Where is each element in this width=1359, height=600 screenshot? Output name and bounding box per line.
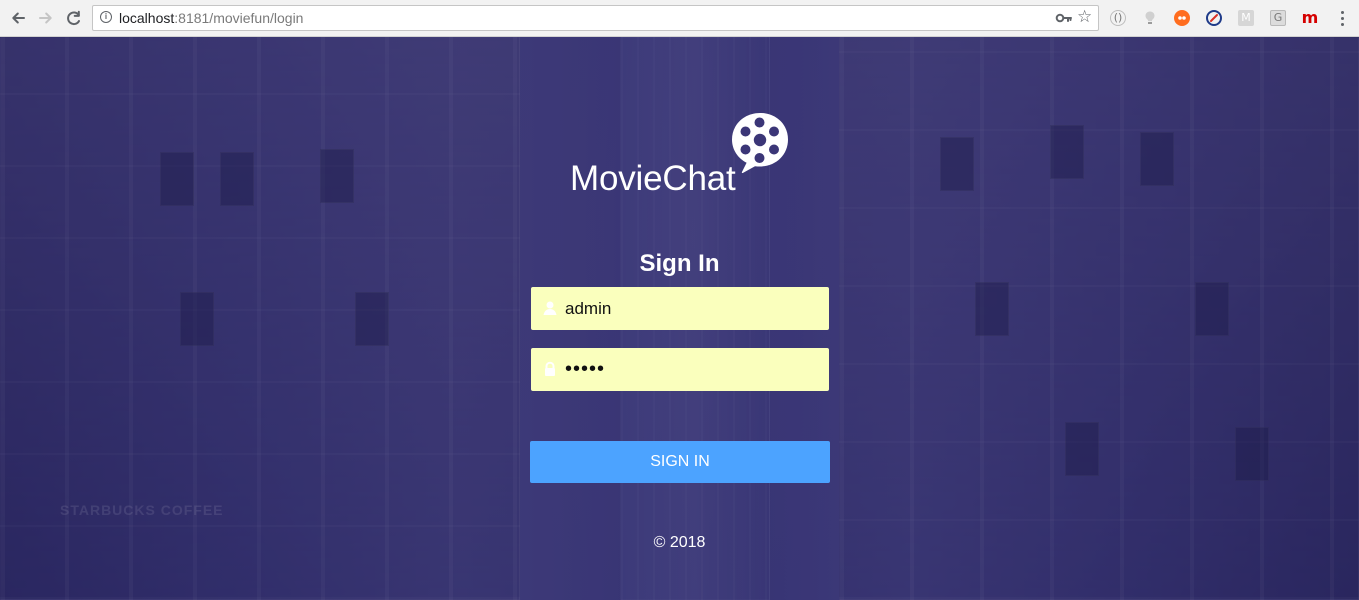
browser-toolbar: i localhost:8181/moviefun/login ☆ () M G… (0, 0, 1359, 37)
g-extension-icon[interactable]: G (1270, 10, 1286, 26)
brand-name: MovieChat (570, 159, 736, 198)
back-icon[interactable] (8, 8, 28, 28)
menu-dot (1340, 10, 1344, 14)
login-page: STARBUCKS COFFEE MovieChat Sign In admin… (0, 37, 1359, 600)
menu-dot (1340, 22, 1344, 26)
info-icon[interactable]: i (100, 11, 112, 23)
password-field[interactable] (531, 348, 829, 391)
copyright-text: © 2018 (653, 534, 706, 551)
username-input[interactable] (565, 287, 820, 330)
monkey-icon (1178, 16, 1186, 20)
tampermonkey-extension-icon[interactable] (1174, 10, 1190, 26)
arrow-right-icon (39, 12, 52, 24)
password-input[interactable] (565, 348, 820, 391)
moviechat-logo: MovieChat (570, 109, 795, 199)
address-bar[interactable]: i localhost:8181/moviefun/login ☆ (92, 5, 1099, 31)
username-field[interactable] (531, 287, 829, 330)
m-extension-icon[interactable]: M (1238, 10, 1254, 26)
menu-dot (1340, 16, 1344, 20)
arrow-left-icon (12, 12, 25, 24)
bulb-icon (1145, 11, 1155, 24)
star-icon[interactable]: ☆ (1077, 8, 1092, 26)
bulb-extension-icon[interactable] (1142, 10, 1158, 26)
forward-icon[interactable] (36, 8, 56, 28)
sign-in-title: Sign In (639, 250, 720, 278)
user-icon (543, 301, 557, 315)
sign-in-button[interactable]: SIGN IN (530, 441, 830, 483)
lock-icon (545, 361, 555, 376)
block-extension-icon[interactable] (1206, 10, 1222, 26)
url-text[interactable]: localhost:8181/moviefun/login (119, 10, 303, 26)
url-host: localhost (119, 10, 175, 26)
url-path: :8181/moviefun/login (174, 10, 304, 26)
reload-icon (67, 10, 80, 26)
key-icon[interactable] (1055, 10, 1073, 26)
more-vert-icon[interactable] (1334, 8, 1350, 28)
circle-extension-icon[interactable]: () (1110, 10, 1126, 26)
film-reel-chat-icon (732, 113, 788, 174)
block-icon (1210, 14, 1218, 22)
reload-icon[interactable] (64, 8, 84, 28)
m-red-extension-icon[interactable]: m (1302, 10, 1319, 26)
